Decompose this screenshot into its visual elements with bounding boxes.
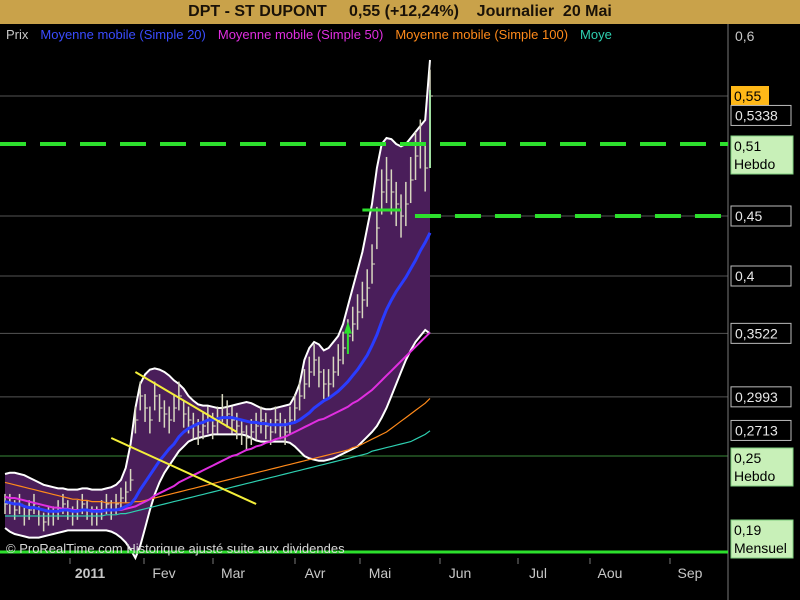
y-label-sub: Mensuel — [734, 540, 787, 556]
y-label-text: 0,5338 — [735, 107, 778, 123]
legend-item-4: Moye — [580, 27, 612, 42]
y-label-5: 0,4 — [730, 265, 792, 287]
y-label-7: 0,2993 — [730, 386, 792, 408]
y-label-text: 0,2713 — [735, 422, 778, 438]
x-tick-label: Jun — [449, 565, 472, 581]
y-label-2: 0,5338 — [730, 104, 792, 126]
y-label-9: 0,25 Hebdo — [730, 447, 794, 487]
y-label-text: 0,55 — [734, 88, 761, 104]
x-tick-label: Sep — [678, 565, 703, 581]
y-label-0: 0,6 — [735, 28, 755, 44]
y-label-8: 0,2713 — [730, 419, 792, 441]
y-label-text: 0,4 — [735, 268, 755, 284]
legend-item-0: Prix — [6, 27, 29, 42]
legend-item-3: Moyenne mobile (Simple 100) — [395, 27, 568, 42]
y-label-text: 0,2993 — [735, 389, 778, 405]
x-tick-label: Mar — [221, 565, 245, 581]
x-tick-label: Fev — [152, 565, 175, 581]
y-label-sub: Hebdo — [734, 468, 775, 484]
x-tick-label: Aou — [598, 565, 623, 581]
x-tick-label: Mai — [369, 565, 392, 581]
legend-item-1: Moyenne mobile (Simple 20) — [40, 27, 205, 42]
y-label-text: 0,3522 — [735, 325, 778, 341]
y-label-6: 0,3522 — [730, 322, 792, 344]
price-chart[interactable]: Prix Moyenne mobile (Simple 20) Moyenne mo… — [0, 0, 800, 600]
y-label-text: 0,6 — [735, 28, 755, 44]
y-label-text: 0,51 — [734, 138, 761, 154]
x-tick-label: Jul — [529, 565, 547, 581]
y-label-sub: Hebdo — [734, 156, 775, 172]
y-label-4: 0,45 — [730, 205, 792, 227]
y-label-10: 0,19 Mensuel — [730, 519, 794, 559]
x-tick-label: 2011 — [75, 565, 106, 581]
x-tick-label: Avr — [305, 565, 326, 581]
y-label-1: 0,55 — [731, 86, 769, 105]
y-label-text: 0,25 — [734, 450, 761, 466]
y-label-3: 0,51 Hebdo — [730, 135, 794, 175]
y-label-text: 0,45 — [735, 208, 762, 224]
y-label-text: 0,19 — [734, 522, 761, 538]
watermark: © ProRealTime.com Historique ajusté suit… — [6, 541, 345, 556]
legend-item-2: Moyenne mobile (Simple 50) — [218, 27, 383, 42]
